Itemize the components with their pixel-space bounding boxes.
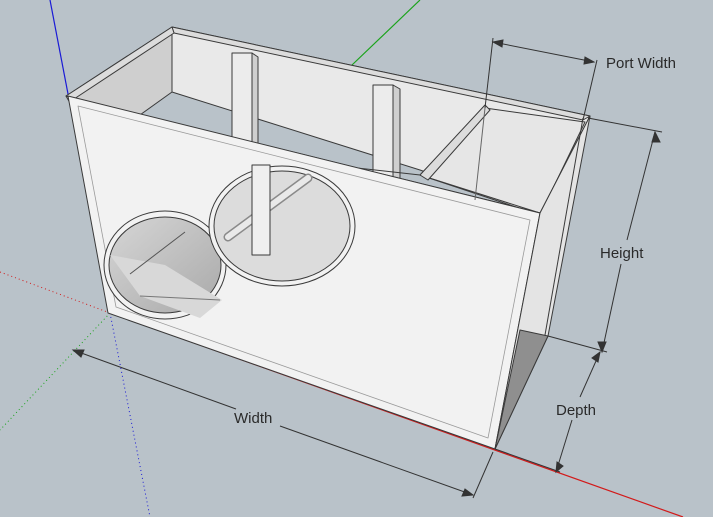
woofer-cutout-right[interactable] bbox=[208, 164, 356, 287]
model-drawing: Width Height Depth Port Width bbox=[0, 0, 684, 517]
enclosure[interactable] bbox=[65, 26, 591, 450]
height-label: Height bbox=[600, 245, 644, 262]
red-axis-dotted bbox=[0, 271, 111, 314]
width-label: Width bbox=[234, 410, 272, 427]
green-axis bbox=[351, 0, 421, 66]
green-axis-dotted bbox=[0, 312, 111, 431]
port-width-label: Port Width bbox=[606, 55, 676, 72]
woofer-cutout-left[interactable] bbox=[103, 210, 227, 320]
depth-label: Depth bbox=[556, 402, 596, 419]
sketchup-viewport[interactable]: Width Height Depth Port Width bbox=[0, 0, 713, 517]
blue-axis-dotted bbox=[109, 312, 151, 517]
